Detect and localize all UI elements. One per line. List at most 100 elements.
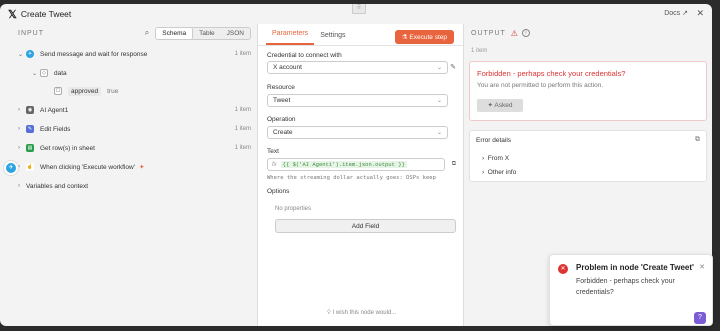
view-switcher: Schema Table JSON [155, 26, 251, 40]
tree-node-label: When clicking 'Execute workflow' [40, 163, 135, 171]
detail-label: Other info [487, 169, 517, 176]
resource-select[interactable]: Tweet ⌄ [267, 94, 448, 107]
resource-value: Tweet [273, 97, 291, 104]
tree-node-edit-fields[interactable]: › ✎ Edit Fields 1 item [18, 122, 255, 136]
telegram-trigger-badge[interactable]: ✈ [3, 160, 19, 176]
tree-node-label: AI Agent1 [40, 106, 69, 114]
field-value: true [107, 87, 119, 95]
view-table[interactable]: Table [193, 28, 221, 39]
detail-from-x[interactable]: › From X [482, 155, 509, 162]
tree-node-send-message[interactable]: ⌄ ✈ Send message and wait for response 1… [18, 47, 255, 61]
resource-label: Resource [267, 84, 295, 91]
credential-label: Credential to connect with [267, 52, 342, 59]
copy-icon[interactable]: ⧉ [695, 136, 700, 144]
help-icon[interactable]: ? [694, 312, 706, 324]
object-icon: ◇ [40, 69, 48, 77]
item-count: 1 item [234, 51, 251, 57]
text-label: Text [267, 148, 279, 155]
feedback-link[interactable]: 💡︎ I wish this node would... [258, 310, 465, 317]
error-circle-icon: ✕ [558, 264, 568, 274]
cursor-icon: ☝ [26, 163, 34, 171]
chevron-down-icon[interactable]: ⌄ [32, 70, 40, 77]
error-toast: ✕ Problem in node 'Create Tweet' Forbidd… [549, 254, 713, 326]
tree-node-get-rows[interactable]: › ▤ Get row(s) in sheet 1 item [18, 141, 255, 155]
chevron-down-icon: ⌄ [436, 130, 442, 136]
warning-icon: ⚠ [510, 28, 518, 38]
no-properties-text: No properties [275, 206, 312, 212]
info-icon[interactable]: i [521, 29, 530, 37]
tab-settings[interactable]: Settings [314, 32, 351, 45]
detail-other-info[interactable]: › Other info [482, 169, 516, 176]
tree-node-label: Edit Fields [40, 125, 71, 133]
error-title: Forbidden - perhaps check your credentia… [477, 69, 626, 78]
field-name: approved [68, 86, 102, 96]
item-count: 1 item [234, 145, 251, 151]
item-count: 1 item [234, 107, 251, 113]
chevron-down-icon[interactable]: ⌄ [18, 51, 26, 58]
add-field-button[interactable]: Add Field [275, 219, 456, 233]
tree-node-label: Variables and context [26, 182, 89, 190]
output-label: OUTPUT [471, 29, 506, 37]
node-title[interactable]: Create Tweet [21, 9, 71, 19]
tree-node-variables[interactable]: › Variables and context [18, 179, 255, 193]
parameters-panel: Parameters Settings ⚗ Execute step Crede… [257, 24, 464, 326]
tree-node-label: Send message and wait for response [40, 50, 148, 58]
telegram-icon: ✈ [6, 163, 16, 173]
item-count: 1 item [234, 126, 251, 132]
text-expression-input[interactable]: fx {{ $('AI Agent1').item.json.output }} [267, 158, 445, 171]
credential-select[interactable]: X account ⌄ [267, 61, 448, 74]
close-icon[interactable]: ✕ [696, 8, 704, 19]
flask-icon: ⚗ [401, 34, 408, 41]
view-schema[interactable]: Schema [156, 27, 194, 39]
asked-button[interactable]: ✦ Asked [477, 99, 523, 112]
topbar: 𝕏 Create Tweet Docs ↗ ✕ ⠿ [0, 4, 712, 24]
error-details-title: Error details [476, 137, 512, 144]
telegram-icon: ✈ [26, 50, 34, 58]
toast-message: Forbidden - perhaps check your credentia… [576, 278, 675, 296]
drag-handle-icon[interactable]: ⠿ [352, 4, 366, 14]
text-preview: Where the streaming dollar actually goes… [267, 175, 436, 181]
lightbulb-icon: 💡︎ [326, 310, 331, 316]
input-label: INPUT [18, 29, 44, 37]
chevron-right-icon[interactable]: › [18, 164, 26, 170]
tree-field-data[interactable]: ⌄ ◇ data [32, 66, 67, 80]
toast-title: Problem in node 'Create Tweet' [576, 263, 694, 272]
options-label: Options [267, 188, 290, 195]
error-message: You are not permitted to perform this ac… [477, 82, 604, 89]
detail-label: From X [487, 155, 510, 162]
text-expression-value: {{ $('AI Agent1').item.json.output }} [280, 161, 407, 168]
pencil-icon: ✎ [26, 125, 34, 133]
chevron-right-icon[interactable]: › [18, 126, 26, 132]
docs-link[interactable]: Docs ↗ [664, 9, 688, 17]
execute-step-label: Execute step [409, 34, 447, 41]
error-box: Forbidden - perhaps check your credentia… [469, 61, 707, 121]
tree-node-ai-agent[interactable]: › ◉ AI Agent1 1 item [18, 103, 255, 117]
chevron-right-icon[interactable]: › [18, 107, 26, 113]
input-panel: INPUT ⌕ Schema Table JSON ⌄ ✈ Send messa… [0, 24, 257, 326]
field-name: data [54, 69, 67, 77]
close-icon[interactable]: ✕ [699, 263, 705, 271]
boolean-icon: ☐ [54, 87, 62, 95]
operation-value: Create [273, 129, 293, 136]
error-details: Error details ⧉ › From X › Other info [469, 130, 707, 182]
robot-icon: ◉ [26, 106, 34, 114]
chevron-down-icon: ⌄ [436, 98, 442, 104]
feedback-text: I wish this node would... [332, 310, 397, 316]
fx-icon: fx [272, 161, 277, 168]
tree-node-manual-trigger[interactable]: › ☝ When clicking 'Execute workflow' ✦ [18, 160, 255, 174]
output-item-count: 1 item [471, 48, 488, 54]
operation-select[interactable]: Create ⌄ [267, 126, 448, 139]
tab-parameters[interactable]: Parameters [266, 30, 315, 45]
credential-value: X account [273, 64, 302, 71]
execute-step-button[interactable]: ⚗ Execute step [394, 30, 454, 44]
view-json[interactable]: JSON [221, 28, 250, 39]
search-icon[interactable]: ⌕ [145, 28, 149, 38]
chevron-right-icon[interactable]: › [18, 183, 26, 189]
expand-editor-icon[interactable]: ⧉ [452, 161, 456, 168]
sheets-icon: ▤ [26, 144, 34, 152]
chevron-down-icon: ⌄ [436, 65, 442, 71]
chevron-right-icon[interactable]: › [18, 145, 26, 151]
edit-credential-icon[interactable]: ✎ [450, 63, 456, 71]
tree-node-label: Get row(s) in sheet [40, 144, 95, 152]
tree-field-approved[interactable]: ☐ approved true [54, 84, 118, 98]
